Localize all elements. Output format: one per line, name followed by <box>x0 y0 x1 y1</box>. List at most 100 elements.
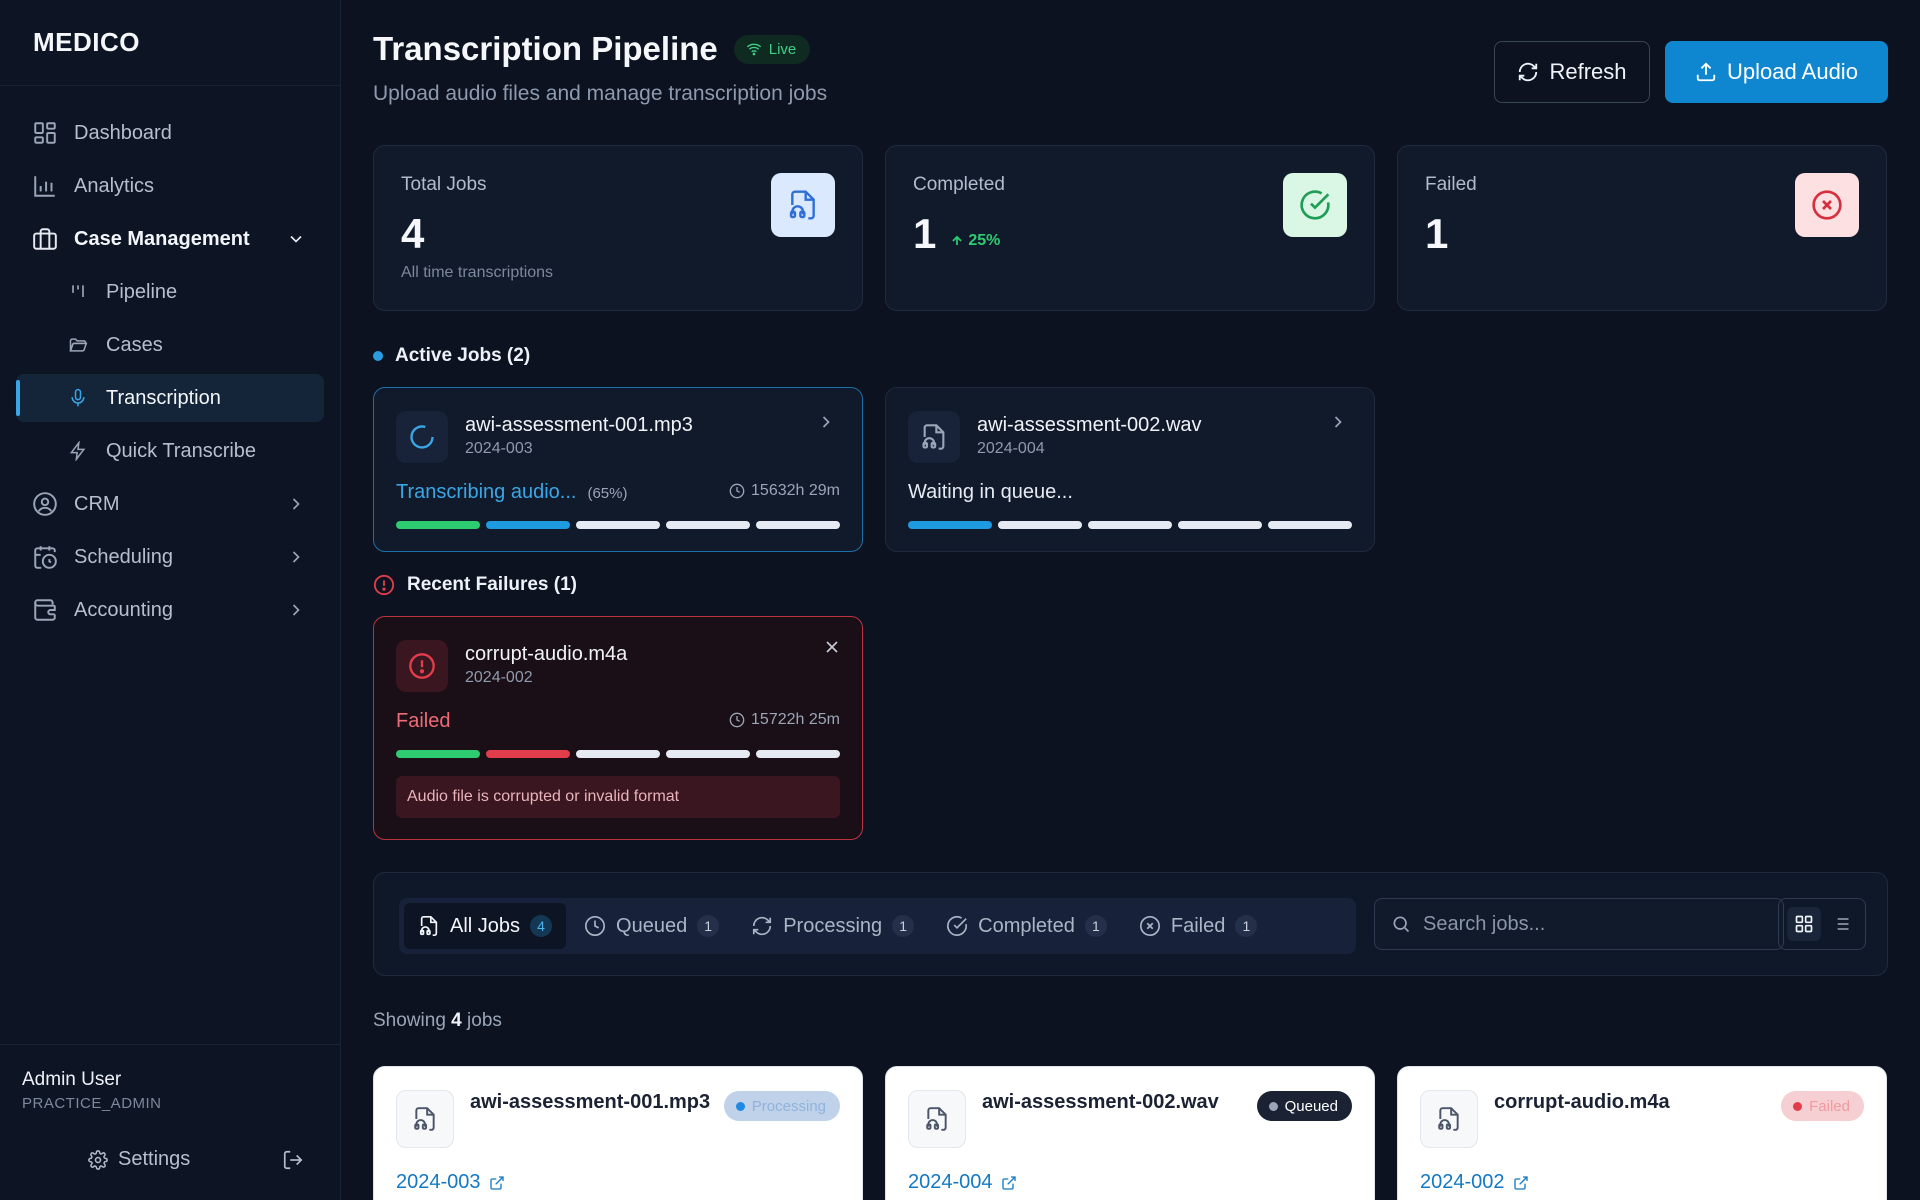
tab-queued[interactable]: Queued 1 <box>570 903 733 949</box>
job-status: Waiting in queue... <box>908 481 1073 504</box>
logout-icon[interactable] <box>282 1149 304 1171</box>
job-status-text: Transcribing audio... <box>396 481 577 503</box>
sidebar-footer: Admin User PRACTICE_ADMIN Settings <box>0 1044 340 1200</box>
tab-failed[interactable]: Failed 1 <box>1125 903 1271 949</box>
job-icon-box <box>1420 1090 1478 1148</box>
stat-number: 4 <box>401 210 425 257</box>
audio-file-icon <box>1438 1107 1459 1131</box>
sidebar-item-cases[interactable]: Cases <box>16 321 324 369</box>
job-grid-card[interactable]: awi-assessment-002.wav Queued 2024-004 <box>885 1066 1375 1200</box>
job-filename: corrupt-audio.m4a <box>465 643 628 665</box>
user-role: PRACTICE_ADMIN <box>22 1095 162 1112</box>
case-link[interactable]: 2024-003 <box>396 1171 505 1194</box>
stat-icon-box <box>1795 173 1859 237</box>
user-name: Admin User <box>22 1069 122 1090</box>
case-link[interactable]: 2024-002 <box>1420 1171 1529 1194</box>
stat-card-completed: Completed 1 25% <box>885 145 1375 311</box>
sidebar-item-pipeline[interactable]: Pipeline <box>16 268 324 316</box>
chevron-right-icon[interactable] <box>1328 412 1348 432</box>
sidebar-item-transcription[interactable]: Transcription <box>16 374 324 422</box>
x-circle-icon <box>1139 916 1160 936</box>
sidebar: MEDICO Dashboard Analytics Case Manageme… <box>0 0 341 1200</box>
live-badge: Live <box>733 34 811 64</box>
briefcase-icon <box>33 228 57 250</box>
results-count: Showing 4 jobs <box>373 1010 502 1032</box>
search-icon <box>1393 916 1410 933</box>
job-grid-card[interactable]: corrupt-audio.m4a Failed 2024-002 <box>1397 1066 1887 1200</box>
active-dot <box>373 351 383 361</box>
sidebar-item-label: Quick Transcribe <box>106 439 257 462</box>
check-circle-icon <box>1300 190 1330 220</box>
sidebar-item-analytics[interactable]: Analytics <box>16 162 324 210</box>
job-icon-box <box>908 1090 966 1148</box>
page-title-text: Transcription Pipeline <box>373 30 718 67</box>
sidebar-item-quick-transcribe[interactable]: Quick Transcribe <box>16 427 324 475</box>
chevron-right-icon[interactable] <box>816 412 836 432</box>
gear-icon <box>88 1149 108 1170</box>
tab-all-jobs[interactable]: All Jobs 4 <box>404 903 567 949</box>
stat-card-failed: Failed 1 <box>1397 145 1887 311</box>
tab-count: 1 <box>1235 915 1258 937</box>
brand-logo[interactable]: MEDICO <box>0 0 340 86</box>
chevron-right-icon <box>292 498 300 510</box>
arrow-up-icon <box>952 235 963 246</box>
sidebar-item-accounting[interactable]: Accounting <box>16 586 324 634</box>
sidebar-item-label: Transcription <box>106 386 221 409</box>
failures-title: Recent Failures (1) <box>407 574 577 595</box>
stage-segment <box>396 750 480 758</box>
stat-number: 1 <box>1425 210 1449 257</box>
upload-audio-button[interactable]: Upload Audio <box>1665 41 1888 103</box>
tab-completed[interactable]: Completed 1 <box>932 903 1121 949</box>
sidebar-nav: Dashboard Analytics Case Management Pipe… <box>0 86 340 634</box>
page-subtitle: Upload audio files and manage transcript… <box>373 82 828 105</box>
sidebar-item-crm[interactable]: CRM <box>16 480 324 528</box>
job-time-text: 15722h 25m <box>751 711 840 728</box>
sidebar-item-dashboard[interactable]: Dashboard <box>16 109 324 157</box>
grid-view-button[interactable] <box>1786 907 1821 941</box>
stage-segment <box>486 521 570 529</box>
page-title: Transcription Pipeline Live <box>373 30 1888 68</box>
active-job-card[interactable]: awi-assessment-001.mp3 2024-003 Transcri… <box>373 387 863 552</box>
status-tabs: All Jobs 4 Queued 1 Processing 1 Complet… <box>399 898 1356 954</box>
sidebar-item-scheduling[interactable]: Scheduling <box>16 533 324 581</box>
refresh-icon <box>753 916 772 936</box>
external-link-icon <box>1513 1175 1528 1190</box>
list-view-button[interactable] <box>1824 907 1858 941</box>
job-elapsed: 15722h 25m <box>729 711 840 729</box>
sidebar-item-case-management[interactable]: Case Management <box>16 215 324 263</box>
view-toggle <box>1778 898 1866 950</box>
tab-processing[interactable]: Processing 1 <box>737 903 928 949</box>
check-circle-icon <box>947 915 968 936</box>
audio-file-icon <box>789 190 815 220</box>
stage-segment <box>666 521 750 529</box>
job-grid-card[interactable]: awi-assessment-001.mp3 Processing 2024-0… <box>373 1066 863 1200</box>
case-link[interactable]: 2024-004 <box>908 1171 1017 1194</box>
settings-button[interactable]: Settings <box>88 1148 190 1171</box>
case-link-text: 2024-003 <box>396 1171 481 1193</box>
status-dot <box>735 1101 745 1111</box>
sidebar-item-label: Analytics <box>74 174 155 197</box>
search-input[interactable] <box>1423 899 1783 949</box>
stage-segment <box>576 750 660 758</box>
status-badge-label: Failed <box>1809 1097 1850 1115</box>
user-circle-icon <box>33 492 57 516</box>
stage-segment <box>756 521 840 529</box>
external-link-icon <box>489 1175 504 1190</box>
job-filename: awi-assessment-002.wav <box>977 414 1202 436</box>
audio-file-icon <box>414 1107 435 1131</box>
upload-label: Upload Audio <box>1727 59 1858 84</box>
refresh-label: Refresh <box>1549 59 1627 84</box>
sidebar-item-label: Pipeline <box>106 280 178 303</box>
status-badge: Failed <box>1781 1091 1864 1121</box>
calendar-clock-icon <box>34 546 57 569</box>
job-filename: corrupt-audio.m4a <box>1494 1091 1670 1113</box>
job-time-text: 15632h 29m <box>751 482 840 499</box>
tab-count: 1 <box>697 915 720 937</box>
bar-chart-icon <box>34 176 55 197</box>
sidebar-item-label: Accounting <box>74 598 173 621</box>
refresh-button[interactable]: Refresh <box>1494 41 1650 103</box>
job-icon-box <box>396 640 448 692</box>
failed-job-card[interactable]: corrupt-audio.m4a 2024-002 Failed 15722h… <box>373 616 863 840</box>
active-job-card[interactable]: awi-assessment-002.wav 2024-004 Waiting … <box>885 387 1375 552</box>
dismiss-icon[interactable] <box>822 637 842 657</box>
